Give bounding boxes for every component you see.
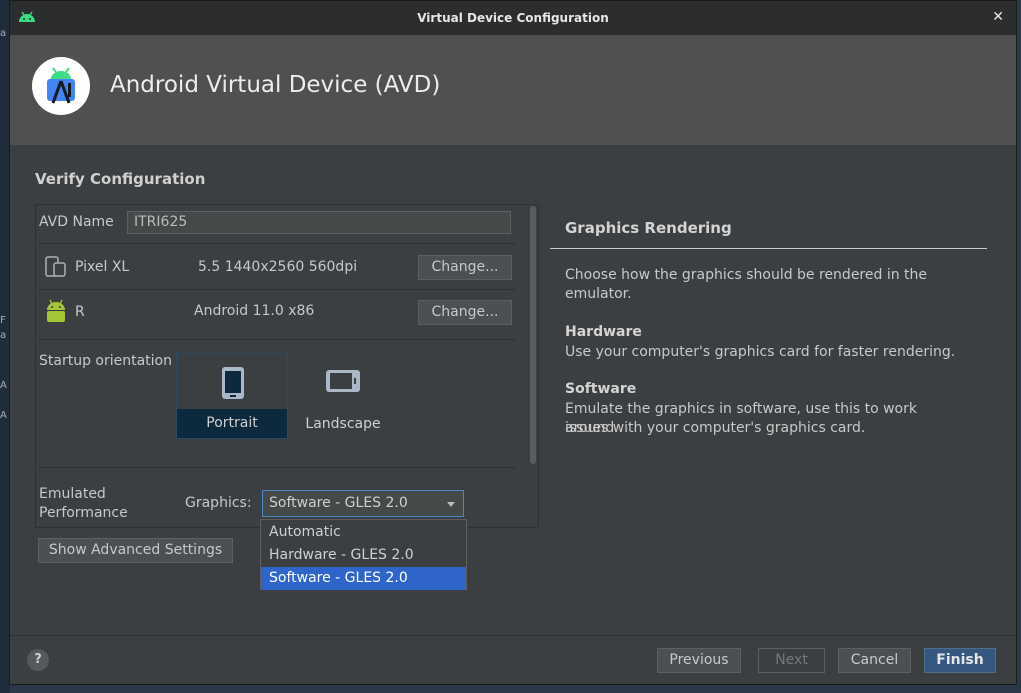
device-icon [45, 256, 66, 277]
background-text: A [0, 380, 7, 391]
landscape-label: Landscape [305, 416, 381, 432]
divider [38, 243, 516, 244]
device-spec: 5.5 1440x2560 560dpi [198, 259, 358, 275]
graphics-option-software[interactable]: Software - GLES 2.0 [261, 567, 466, 590]
next-button[interactable]: Next [758, 648, 825, 673]
background-text: F [0, 315, 6, 326]
system-image-name: R [75, 304, 85, 320]
orientation-label: Startup orientation [39, 353, 172, 369]
title-bar[interactable]: Virtual Device Configuration ✕ [10, 1, 1016, 35]
change-system-image-button[interactable]: Change... [418, 300, 512, 325]
graphics-select-value: Software - GLES 2.0 [269, 495, 408, 511]
footer-divider [10, 635, 1016, 636]
section-title: Verify Configuration [35, 170, 206, 188]
help-title-rule [550, 248, 987, 249]
divider [38, 339, 516, 340]
device-name: Pixel XL [75, 259, 130, 275]
help-intro-line1: Choose how the graphics should be render… [565, 267, 928, 283]
landscape-phone-icon [326, 370, 360, 392]
show-advanced-settings-button[interactable]: Show Advanced Settings [38, 538, 233, 563]
android-studio-icon [47, 67, 75, 104]
portrait-phone-icon [222, 367, 244, 399]
system-image-spec: Android 11.0 x86 [194, 303, 315, 319]
divider [38, 289, 516, 290]
android-icon [47, 299, 65, 322]
finish-button[interactable]: Finish [924, 648, 996, 673]
avd-name-input[interactable]: ITRI625 [127, 211, 511, 234]
graphics-option-automatic[interactable]: Automatic [261, 521, 466, 544]
graphics-dropdown-list: Automatic Hardware - GLES 2.0 Software -… [260, 519, 467, 590]
background-text: a [0, 330, 7, 341]
help-hardware-text: Use your computer's graphics card for fa… [565, 344, 956, 360]
cancel-button[interactable]: Cancel [838, 648, 911, 673]
graphics-select[interactable]: Software - GLES 2.0 [262, 490, 464, 517]
background-text: A [0, 410, 7, 421]
header-banner: Android Virtual Device (AVD) [10, 35, 1016, 145]
landscape-option[interactable]: Landscape [287, 353, 399, 439]
portrait-label: Portrait [177, 409, 287, 438]
change-device-button[interactable]: Change... [418, 255, 512, 280]
android-studio-logo [32, 57, 90, 115]
graphics-option-hardware[interactable]: Hardware - GLES 2.0 [261, 544, 466, 567]
help-hardware-title: Hardware [565, 324, 642, 340]
performance-label-line1: Emulated [39, 486, 106, 502]
help-icon[interactable]: ? [27, 649, 49, 671]
portrait-option[interactable]: Portrait [176, 353, 288, 439]
window-title: Virtual Device Configuration [417, 11, 609, 25]
help-intro-line2: emulator. [565, 286, 632, 302]
close-icon[interactable]: ✕ [992, 9, 1004, 25]
avd-name-label: AVD Name [39, 214, 114, 230]
help-software-title: Software [565, 381, 637, 397]
help-software-line2: issues with your computer's graphics car… [565, 420, 866, 436]
performance-label-line2: Performance [39, 505, 128, 521]
background-text: a [0, 28, 7, 39]
help-title: Graphics Rendering [565, 219, 732, 237]
graphics-label: Graphics: [185, 495, 252, 511]
header-title: Android Virtual Device (AVD) [110, 72, 441, 98]
avd-dialog: Virtual Device Configuration ✕ Android V… [9, 0, 1017, 685]
divider [38, 467, 516, 468]
previous-button[interactable]: Previous [657, 648, 741, 673]
chevron-down-icon [447, 502, 455, 507]
panel-scrollbar[interactable] [530, 206, 536, 464]
